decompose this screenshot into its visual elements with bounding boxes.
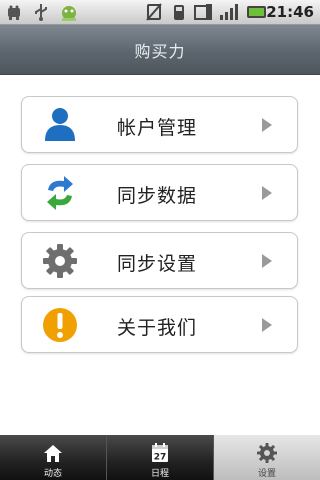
calendar-day: 27 <box>154 453 167 463</box>
menu-item-sync-settings[interactable]: 同步设置 <box>21 232 298 289</box>
tab-label: 动态 <box>43 469 62 479</box>
signal-box-icon <box>194 4 212 20</box>
menu-item-label: 帐户管理 <box>117 117 198 139</box>
menu-item-label: 同步数据 <box>117 185 198 207</box>
chevron-right-icon <box>262 254 272 268</box>
wifi-icon <box>174 5 184 20</box>
menu-item-label: 同步设置 <box>117 253 198 275</box>
status-bar: 21:46 <box>0 0 320 25</box>
android-icon <box>62 6 76 21</box>
tab-label: 日程 <box>150 469 169 479</box>
tab-label: 设置 <box>257 469 276 479</box>
bottom-tab-bar: 动态 27 日程 设置 <box>0 435 320 480</box>
title-bar: 购买力 <box>0 25 320 75</box>
clock: 21:46 <box>266 3 314 21</box>
page-title: 购买力 <box>134 41 186 61</box>
menu-item-label: 关于我们 <box>117 317 198 339</box>
tab-settings[interactable]: 设置 <box>214 435 320 480</box>
signal-icon <box>220 4 238 20</box>
sync-icon <box>47 176 73 210</box>
tab-schedule[interactable]: 27 日程 <box>107 435 214 480</box>
usb-debug-icon <box>8 5 20 20</box>
user-icon <box>45 108 75 141</box>
gear-icon <box>257 443 277 463</box>
chevron-right-icon <box>262 118 272 132</box>
chevron-right-icon <box>262 318 272 332</box>
calendar-icon: 27 <box>152 443 168 463</box>
menu-item-account[interactable]: 帐户管理 <box>21 96 298 153</box>
chevron-right-icon <box>262 186 272 200</box>
menu-item-sync-data[interactable]: 同步数据 <box>21 164 298 221</box>
usb-icon <box>35 4 47 21</box>
info-icon <box>43 308 77 342</box>
battery-icon <box>247 6 266 18</box>
gear-icon <box>43 244 77 278</box>
no-sim-icon <box>146 3 162 21</box>
tab-feed[interactable]: 动态 <box>0 435 107 480</box>
menu-item-about[interactable]: 关于我们 <box>21 296 298 353</box>
home-icon <box>44 445 62 462</box>
